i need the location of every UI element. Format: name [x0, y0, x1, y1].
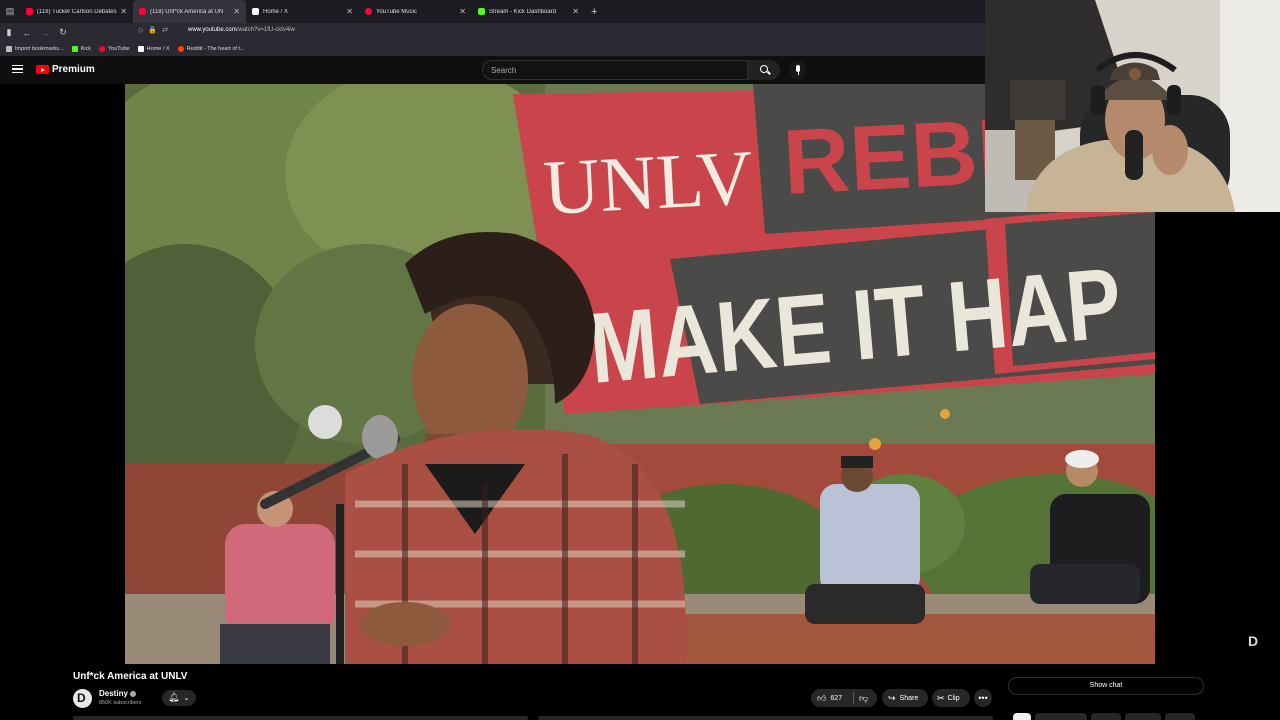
tab-label: YouTube Music	[376, 8, 417, 15]
bookmark-label: Import bookmarks...	[15, 46, 64, 52]
share-icon: ↪	[888, 692, 896, 703]
x-favicon-icon	[252, 8, 259, 15]
tab-label: Stream - Kick Dashboard	[489, 8, 557, 15]
youtube-favicon-icon	[139, 8, 146, 15]
youtube-music-favicon-icon	[365, 8, 372, 15]
logo-text: Premium	[52, 64, 95, 75]
like-count: 627	[830, 694, 843, 702]
close-tab-icon[interactable]: ✕	[233, 7, 240, 16]
new-tab-button[interactable]: +	[591, 6, 597, 18]
verified-badge-icon	[129, 690, 136, 697]
chevron-down-icon: ⌄	[183, 695, 190, 702]
bookmarks-bar: Import bookmarks... Kick YouTube Home / …	[0, 42, 985, 56]
browser-tab[interactable]: Home / X ✕	[246, 0, 359, 23]
dislike-button[interactable]: 👎︎	[859, 693, 868, 704]
clip-label: Clip	[947, 694, 960, 702]
address-bar[interactable]: www.youtube.com/watch?v=1fU-ckIv4iw	[188, 27, 295, 33]
video-title: Unf*ck America at UNLV	[73, 671, 188, 682]
search-icon	[760, 65, 768, 73]
import-icon	[6, 46, 12, 52]
browser-tab[interactable]: YouTube Music ✕	[359, 0, 472, 23]
browser-tab[interactable]: Stream - Kick Dashboard ✕	[472, 0, 585, 23]
search-input[interactable]: Search	[482, 60, 748, 80]
kick-favicon-icon	[478, 8, 485, 15]
thumbs-up-icon: 👍︎	[817, 692, 827, 703]
streamer-webcam	[985, 0, 1280, 212]
webcam-frame	[985, 0, 1280, 212]
chip[interactable]	[1165, 713, 1195, 720]
channel-watermark-icon[interactable]: D	[1248, 633, 1266, 649]
back-icon[interactable]: ←	[18, 28, 36, 38]
tab-label: (118) Unf*ck America at UN	[150, 8, 224, 15]
tab-label: Home / X	[263, 8, 289, 15]
tab-label: (118) Tucker Carlson Debates Sh	[37, 8, 118, 15]
thumbs-down-icon: 👎︎	[859, 692, 869, 703]
description-box[interactable]	[73, 716, 528, 720]
close-tab-icon[interactable]: ✕	[120, 7, 127, 16]
recommendation-chips	[1005, 713, 1280, 720]
bookmark-item[interactable]: Import bookmarks...	[6, 46, 64, 52]
more-actions-button[interactable]: •••	[974, 689, 992, 707]
clip-button[interactable]: ✂ Clip	[932, 689, 970, 707]
forward-icon[interactable]: →	[36, 28, 54, 38]
notification-bell-button[interactable]: 🔔︎ ⌄	[162, 690, 196, 706]
bookmark-item[interactable]: YouTube	[99, 46, 130, 52]
close-tab-icon[interactable]: ✕	[572, 7, 579, 16]
browser-tab-strip: ▤ (118) Tucker Carlson Debates Sh ✕ (118…	[0, 0, 985, 23]
youtube-logo-icon	[36, 65, 49, 74]
chip[interactable]	[1035, 713, 1087, 720]
share-label: Share	[899, 694, 919, 702]
bookmark-item[interactable]: Kick	[71, 46, 91, 52]
chip[interactable]	[1013, 713, 1031, 720]
banner-school-text: UNLV	[541, 133, 755, 231]
chip[interactable]	[1091, 713, 1121, 720]
url-path: /watch?v=1fU-ckIv4iw	[236, 27, 295, 33]
kick-icon	[71, 46, 78, 52]
youtube-favicon-icon	[26, 8, 33, 15]
like-dislike-group: 👍︎ 627 👎︎	[811, 689, 877, 707]
bookmark-label: Home / X	[146, 46, 170, 52]
channel-name: Destiny	[99, 689, 128, 698]
channel-avatar[interactable]	[73, 689, 92, 708]
share-button[interactable]: ↪ Share	[882, 689, 928, 707]
voice-search-icon[interactable]	[789, 61, 807, 79]
bookmark-label: Kick	[80, 46, 91, 52]
search-button[interactable]	[748, 60, 780, 80]
bookmark-label: YouTube	[108, 46, 130, 52]
sidebar-toggle-icon[interactable]: ▮	[0, 27, 18, 38]
x-icon	[137, 46, 144, 52]
youtube-icon	[99, 46, 105, 52]
close-tab-icon[interactable]: ✕	[459, 7, 466, 16]
show-chat-button[interactable]: Show chat	[1008, 677, 1204, 695]
subscriber-count: 850K subscribers	[99, 700, 142, 706]
youtube-premium-logo[interactable]: Premium	[36, 64, 95, 75]
reddit-icon	[177, 46, 184, 52]
scissors-icon: ✂	[937, 692, 945, 703]
bookmark-item[interactable]: Home / X	[137, 46, 170, 52]
chip[interactable]	[1125, 713, 1161, 720]
browser-tab-active[interactable]: (118) Unf*ck America at UN ✕	[133, 0, 246, 23]
like-button[interactable]: 👍︎ 627	[811, 693, 842, 704]
tab-list-icon[interactable]: ▤	[0, 0, 20, 23]
bookmark-label: Reddit - The heart of t...	[186, 46, 245, 52]
comment-box[interactable]	[538, 716, 993, 720]
browser-tab[interactable]: (118) Tucker Carlson Debates Sh ✕	[20, 0, 133, 23]
reload-icon[interactable]: ↻	[54, 27, 72, 38]
close-tab-icon[interactable]: ✕	[346, 7, 353, 16]
url-host: www.youtube.com	[188, 27, 237, 33]
channel-name-link[interactable]: Destiny	[99, 689, 136, 698]
site-info-icons[interactable]: ◇🔒⇄	[138, 26, 173, 34]
youtube-header: Premium Search	[0, 56, 985, 84]
bookmark-item[interactable]: Reddit - The heart of t...	[177, 46, 245, 52]
browser-nav-bar: ▮ ← → ↻ ◇🔒⇄ www.youtube.com/watch?v=1fU-…	[0, 23, 985, 42]
divider	[853, 692, 854, 704]
menu-icon[interactable]	[12, 65, 23, 73]
bell-icon: 🔔︎	[168, 692, 180, 702]
